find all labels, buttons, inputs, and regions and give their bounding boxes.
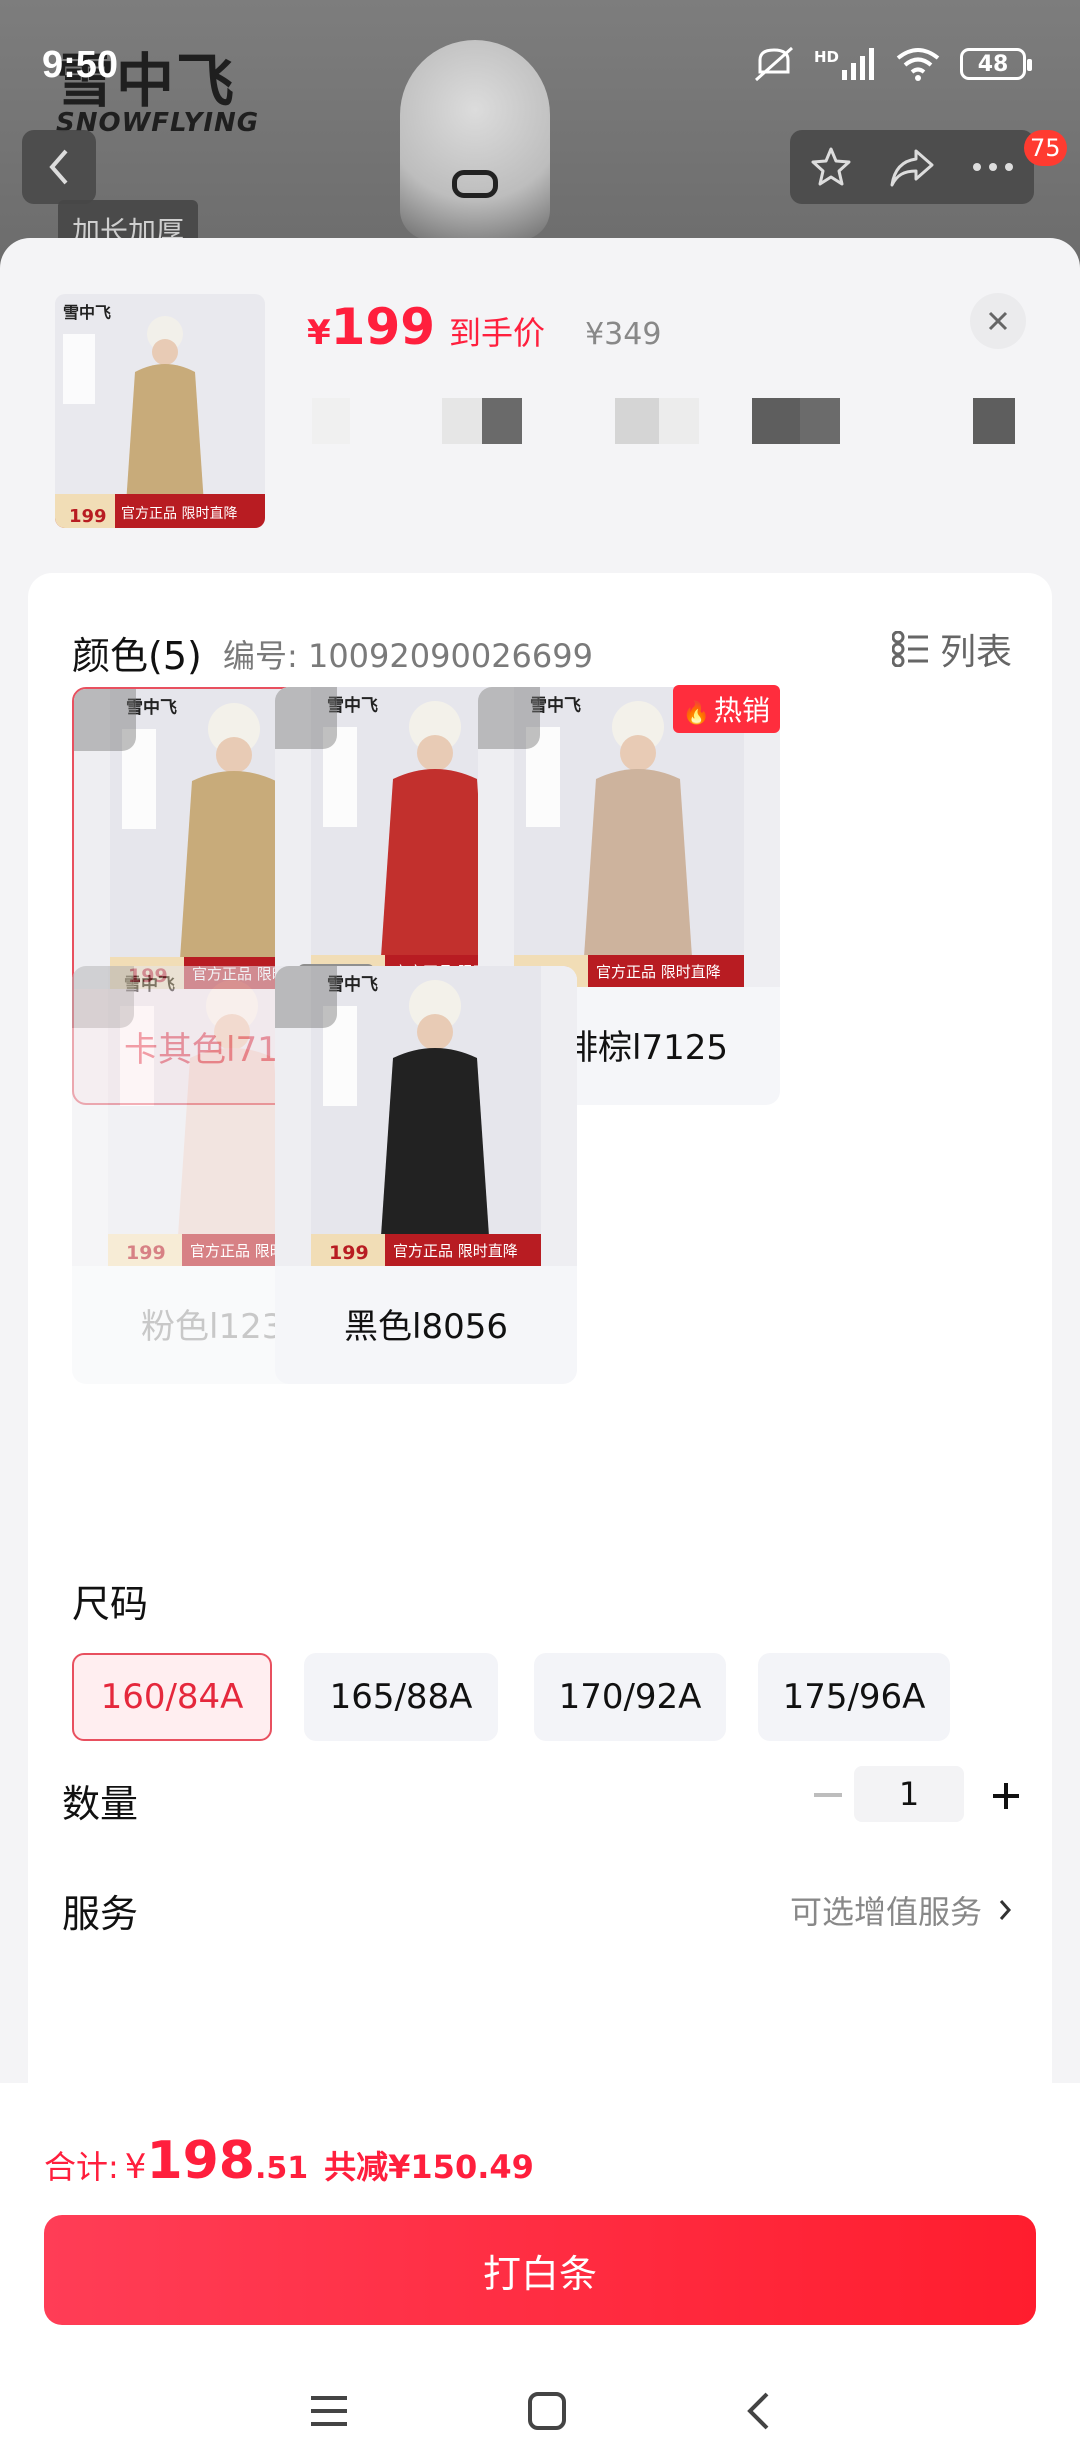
list-toggle-label: 列表 bbox=[939, 632, 1012, 673]
signal-icon bbox=[842, 48, 874, 80]
thumb-price: 199 bbox=[329, 1242, 369, 1264]
thumb-banner: 官方正品 限时直降 bbox=[121, 505, 237, 522]
chevron-left-icon bbox=[49, 149, 68, 185]
quantity-increase-button[interactable] bbox=[979, 1769, 1033, 1823]
quantity-title: 数量 bbox=[62, 1782, 139, 1826]
color-option-label: 黑色l8056 bbox=[344, 1306, 508, 1347]
color-section-title: 颜色(5) bbox=[72, 634, 202, 678]
status-icons: HD 48 bbox=[752, 44, 1032, 84]
quantity-decrease-button[interactable] bbox=[803, 1771, 853, 1821]
checkout-footer: 合计: ¥ 198 .51 共减¥150.49 打白条 bbox=[0, 2083, 1080, 2460]
total-decimal: .51 bbox=[254, 2151, 309, 2186]
size-option-175[interactable]: 175/96A bbox=[758, 1653, 950, 1741]
original-price: ¥349 bbox=[585, 317, 662, 352]
total-label: 合计: bbox=[44, 2148, 119, 2186]
pay-button[interactable]: 打白条 bbox=[44, 2215, 1036, 2325]
sku-selector-sheet: 雪中飞 199 官方正品 限时直降 ¥199 到手价 ¥349 颜色(5) 编号… bbox=[0, 238, 1080, 2460]
total-integer: 198 bbox=[146, 2131, 255, 2191]
expand-image-icon[interactable] bbox=[275, 687, 337, 749]
total-currency: ¥ bbox=[124, 2147, 147, 2187]
chevron-right-icon bbox=[999, 1900, 1012, 1920]
redacted-info bbox=[307, 398, 1027, 448]
wifi-icon bbox=[896, 48, 940, 81]
list-icon bbox=[891, 631, 928, 667]
size-section-title: 尺码 bbox=[72, 1582, 149, 1626]
plus-icon bbox=[993, 1783, 1019, 1809]
quantity-input[interactable]: 1 bbox=[854, 1766, 964, 1822]
flame-icon: 🔥 bbox=[682, 701, 710, 726]
status-time: 9:50 bbox=[42, 44, 119, 86]
list-view-toggle[interactable]: 列表 bbox=[891, 623, 1012, 675]
nav-menu-button[interactable] bbox=[309, 2394, 349, 2432]
price-label: 到手价 bbox=[449, 314, 546, 352]
currency-symbol: ¥ bbox=[307, 313, 331, 353]
status-bar: 9:50 HD 48 bbox=[0, 0, 1080, 130]
price-value: 199 bbox=[330, 298, 436, 356]
product-code: 编号: 10092090026699 bbox=[223, 637, 593, 675]
product-thumbnail-image: 雪中飞 199 官方正品 限时直降 bbox=[55, 294, 265, 528]
back-button[interactable] bbox=[22, 130, 96, 204]
close-button[interactable] bbox=[970, 293, 1026, 349]
thumb-brand: 雪中飞 bbox=[63, 303, 111, 322]
menu-icon bbox=[311, 2396, 347, 2426]
star-icon bbox=[811, 147, 851, 186]
size-option-170[interactable]: 170/92A bbox=[534, 1653, 726, 1741]
options-card: 颜色(5) 编号: 10092090026699 列表 雪中飞199官方正品 限… bbox=[28, 573, 1052, 2113]
favorite-button[interactable] bbox=[801, 137, 861, 197]
size-option-165[interactable]: 165/88A bbox=[304, 1653, 498, 1741]
thumb-price: 199 bbox=[69, 506, 107, 527]
current-price: ¥199 bbox=[307, 298, 435, 356]
more-button[interactable] bbox=[963, 137, 1023, 197]
thumb-banner: 官方正品 限时直降 bbox=[393, 1242, 518, 1260]
total-price: 合计: ¥ 198 .51 共减¥150.49 bbox=[44, 2131, 534, 2191]
close-icon bbox=[988, 311, 1008, 331]
selected-sku-thumbnail[interactable]: 雪中飞 199 官方正品 限时直降 bbox=[55, 294, 265, 528]
service-hint: 可选增值服务 bbox=[789, 1893, 982, 1931]
back-icon bbox=[747, 2392, 769, 2430]
system-nav-bar bbox=[0, 2373, 1080, 2453]
thumb-banner: 官方正品 限时直降 bbox=[596, 963, 721, 981]
nav-home-button[interactable] bbox=[527, 2391, 567, 2435]
price-row: ¥199 到手价 ¥349 bbox=[307, 298, 661, 356]
screen: 雪中飞 SNOWFLYING 加长加厚 75 9:50 HD 48 雪中飞 19… bbox=[0, 0, 1080, 2460]
color-option[interactable]: 雪中飞 199 官方正品 限时直降 黑色l8056 bbox=[275, 966, 577, 1384]
share-button[interactable] bbox=[882, 137, 942, 197]
cart-badge: 75 bbox=[1024, 130, 1067, 166]
hot-sale-badge: 🔥 热销 bbox=[672, 685, 780, 733]
battery-icon: 48 bbox=[960, 48, 1032, 80]
battery-level: 48 bbox=[977, 51, 1009, 77]
badge-text: 热销 bbox=[713, 694, 770, 727]
top-actions bbox=[790, 130, 1034, 204]
expand-image-icon[interactable] bbox=[72, 966, 134, 1028]
expand-image-icon[interactable] bbox=[74, 689, 136, 751]
mute-icon bbox=[754, 46, 793, 82]
more-icon bbox=[973, 163, 1014, 171]
size-option-160[interactable]: 160/84A bbox=[72, 1653, 272, 1741]
hat-logo bbox=[452, 170, 498, 198]
home-icon bbox=[528, 2392, 566, 2430]
share-icon bbox=[890, 149, 934, 187]
service-title: 服务 bbox=[62, 1892, 139, 1936]
network-label: HD bbox=[813, 48, 839, 66]
nav-back-button[interactable] bbox=[745, 2391, 771, 2435]
network-indicator: HD bbox=[814, 48, 876, 80]
expand-image-icon[interactable] bbox=[478, 687, 540, 749]
service-selector[interactable]: 可选增值服务 bbox=[790, 1887, 1012, 1933]
expand-image-icon[interactable] bbox=[275, 966, 337, 1028]
thumb-price: 199 bbox=[126, 1242, 166, 1264]
minus-icon bbox=[814, 1793, 842, 1797]
total-saved: 共减¥150.49 bbox=[324, 2148, 534, 2186]
